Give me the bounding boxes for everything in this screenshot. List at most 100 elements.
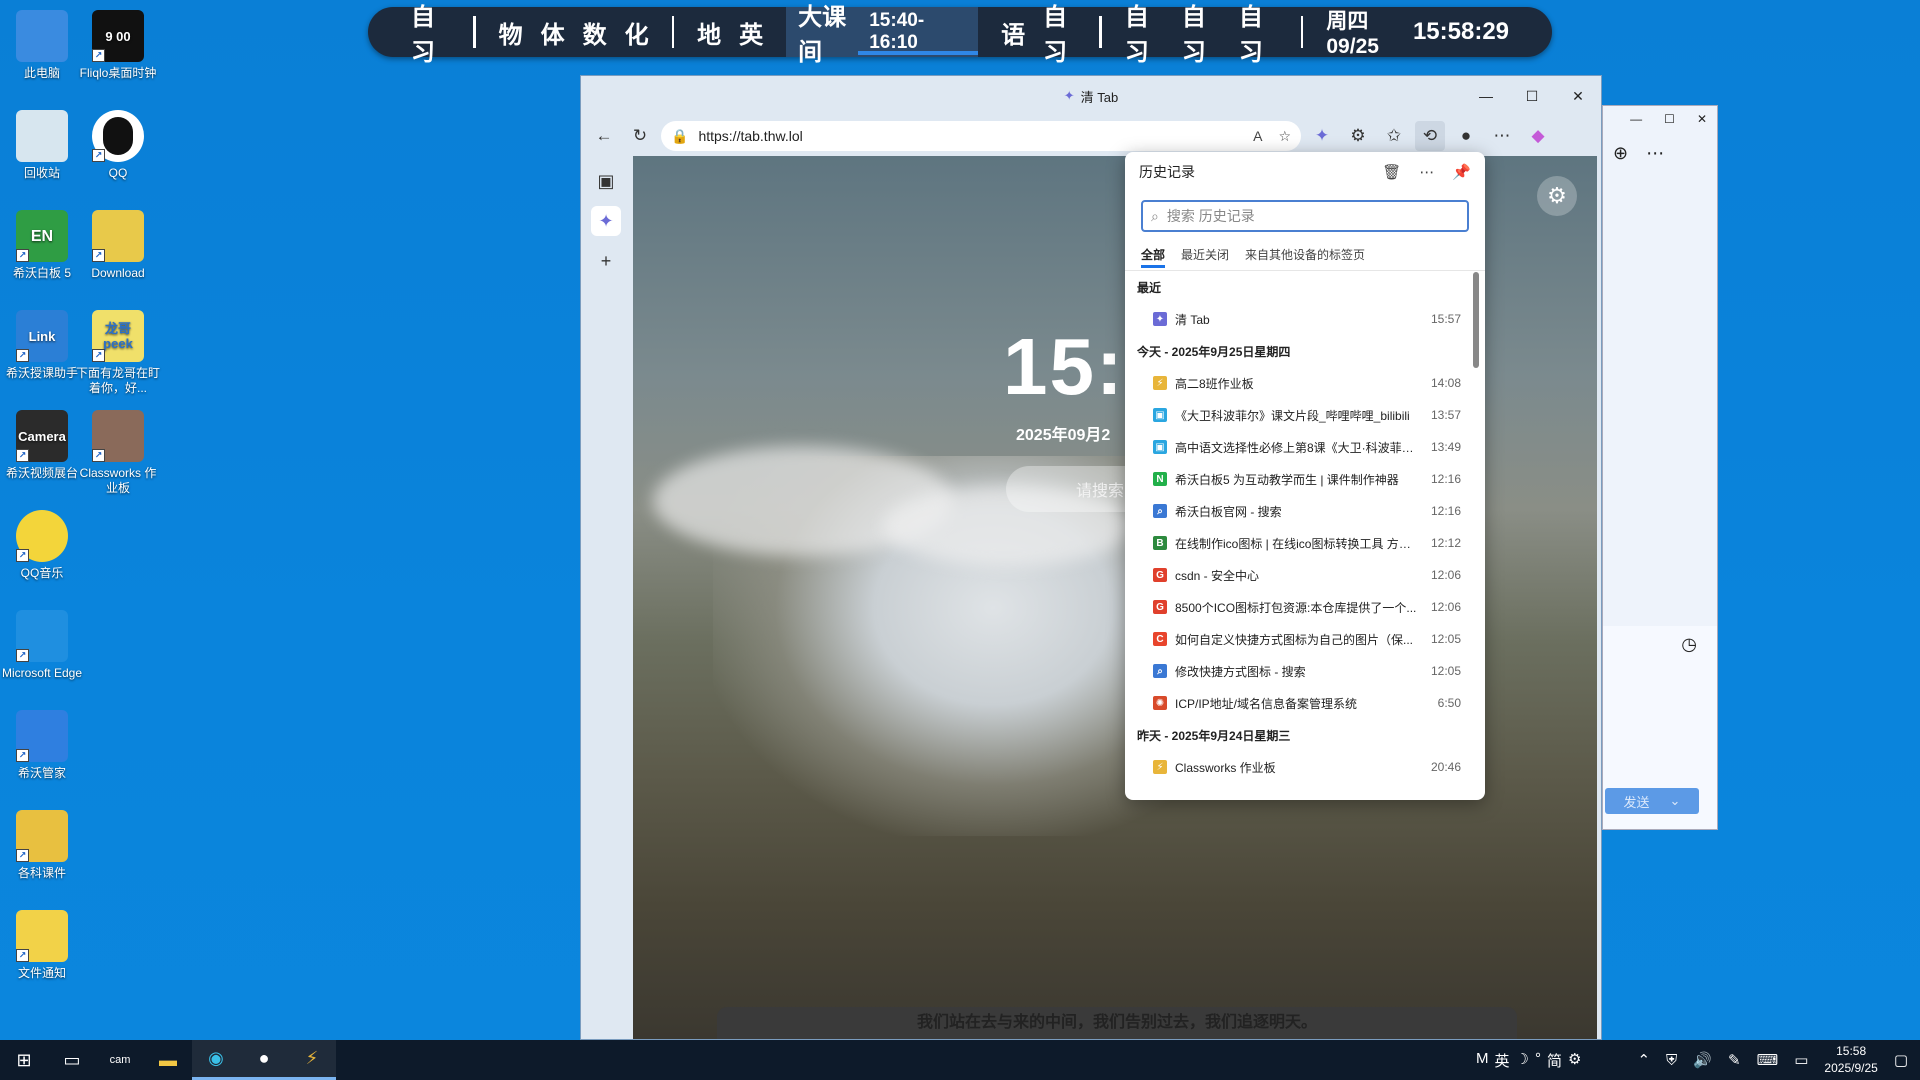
classworks-taskbar-icon[interactable]: ⚡: [288, 1040, 336, 1080]
close-button[interactable]: ✕: [1697, 112, 1707, 130]
edge-taskbar-icon[interactable]: ◉: [192, 1040, 240, 1080]
volume-icon[interactable]: 🔊: [1693, 1051, 1712, 1069]
ime-item[interactable]: 简: [1547, 1050, 1562, 1071]
ime-item[interactable]: °: [1535, 1050, 1541, 1071]
taskbar-clock[interactable]: 15:58 2025/9/25: [1824, 1043, 1877, 1077]
history-item[interactable]: ⚡ 高二8班作业板 14:08: [1125, 367, 1485, 399]
favorites-icon[interactable]: ✩: [1379, 121, 1409, 151]
desktop-icon[interactable]: 此电脑: [0, 10, 84, 81]
history-scrollbar[interactable]: [1473, 272, 1479, 368]
chevron-up-icon[interactable]: ⌃: [1637, 1051, 1650, 1069]
camera-app-icon[interactable]: cam: [96, 1040, 144, 1080]
desktop-icon[interactable]: ↗ QQ: [76, 110, 160, 181]
extensions-icon[interactable]: ⚙: [1343, 121, 1373, 151]
ime-item[interactable]: 英: [1495, 1050, 1510, 1071]
desktop-icon[interactable]: 9 00 ↗ Fliqlo桌面时钟: [76, 10, 160, 81]
desktop-icon[interactable]: ↗ 文件通知: [0, 910, 84, 981]
desktop-icon-label: 回收站: [23, 166, 60, 180]
history-item[interactable]: ▣ 高中语文选择性必修上第8课《大卫·科波菲尔... 13:49: [1125, 431, 1485, 463]
qq-taskbar-icon[interactable]: ●: [240, 1040, 288, 1080]
history-item[interactable]: Gcsdn - 安全中心 12:06: [1125, 559, 1485, 591]
add-icon[interactable]: ⊕: [1613, 143, 1628, 164]
history-more-icon[interactable]: ⋯: [1419, 163, 1434, 181]
desktop-icon[interactable]: ↗ 各科课件: [0, 810, 84, 881]
new-tab-button[interactable]: +: [591, 246, 621, 276]
minimize-button[interactable]: —: [1630, 112, 1642, 130]
sidebar-tab-qtab[interactable]: ✦: [591, 206, 621, 236]
desktop-icon[interactable]: 回收站: [0, 110, 84, 181]
desktop-icon[interactable]: 龙哥 peek ↗ 下面有龙哥在盯着你，好...: [76, 310, 160, 396]
desktop-icon-label: 希沃管家: [17, 766, 66, 780]
history-item[interactable]: ▣ 《大卫科波菲尔》课文片段_哔哩哔哩_bilibili 13:57: [1125, 399, 1485, 431]
favorite-star-icon[interactable]: ☆: [1278, 128, 1291, 145]
more-menu-icon[interactable]: ⋯: [1487, 121, 1517, 151]
minimize-button[interactable]: —: [1463, 76, 1509, 116]
tab-recently-closed[interactable]: 最近关闭: [1181, 246, 1229, 270]
desktop-icon[interactable]: ↗ Microsoft Edge: [0, 610, 84, 681]
display-icon[interactable]: ▭: [1794, 1051, 1808, 1069]
maximize-button[interactable]: ☐: [1509, 76, 1555, 116]
schedule-item: 数: [582, 21, 607, 49]
history-item[interactable]: ⌕ 修改快捷方式图标 - 搜索 12:05: [1125, 655, 1485, 687]
desktop-icon-label: QQ: [108, 166, 128, 180]
desktop-icon[interactable]: Camera ↗ 希沃视频展台: [0, 410, 84, 481]
copilot-icon[interactable]: ◆: [1523, 121, 1553, 151]
profile-avatar[interactable]: ●: [1451, 121, 1481, 151]
tab-other-devices[interactable]: 来自其他设备的标签页: [1245, 246, 1365, 270]
history-item[interactable]: ⌕ 希沃白板官网 - 搜索 12:16: [1125, 495, 1485, 527]
history-item-time: 14:08: [1430, 376, 1461, 390]
shortcut-arrow-icon: ↗: [16, 849, 29, 862]
tab-all[interactable]: 全部: [1141, 246, 1166, 268]
history-search-input[interactable]: ⌕ 搜索 历史记录: [1141, 200, 1469, 232]
history-item[interactable]: B 在线制作ico图标 | 在线ico图标转换工具 方便... 12:12: [1125, 527, 1485, 559]
history-item[interactable]: ⚡ Classworks 作业板 20:46: [1125, 751, 1485, 783]
close-button[interactable]: ✕: [1555, 76, 1601, 116]
history-item[interactable]: C 如何自定义快捷方式图标为自己的图片（保... 12:05: [1125, 623, 1485, 655]
refresh-button[interactable]: ↻: [625, 121, 655, 151]
ime-item[interactable]: ⚙: [1568, 1050, 1581, 1071]
tab-actions-icon[interactable]: ▣: [591, 166, 621, 196]
history-item[interactable]: N 希沃白板5 为互动教学而生 | 课件制作神器 12:16: [1125, 463, 1485, 495]
desktop-icon[interactable]: EN ↗ 希沃白板 5: [0, 210, 84, 281]
read-aloud-icon[interactable]: A: [1253, 128, 1262, 145]
settings-gear-icon[interactable]: ⚙: [1537, 176, 1577, 216]
history-icon[interactable]: ⟲: [1415, 121, 1445, 151]
desktop-icon[interactable]: Link ↗ 希沃授课助手: [0, 310, 84, 381]
keyboard-icon[interactable]: ⌨: [1757, 1051, 1779, 1069]
pen-icon[interactable]: ✎: [1728, 1051, 1741, 1069]
desktop-icon[interactable]: ↗ QQ音乐: [0, 510, 84, 581]
start-button[interactable]: ⊞: [0, 1040, 48, 1080]
tab-favicon-icon: ✦: [1063, 88, 1075, 103]
file-explorer-icon[interactable]: ▬: [144, 1040, 192, 1080]
desktop-icon-label: Download: [91, 266, 145, 280]
address-bar[interactable]: 🔒 https://tab.thw.lol A ☆: [661, 121, 1301, 151]
ime-item[interactable]: ☽: [1516, 1050, 1529, 1071]
history-item[interactable]: G 8500个ICO图标打包资源:本仓库提供了一个... 12:06: [1125, 591, 1485, 623]
desktop-icon[interactable]: ↗ Download: [76, 210, 160, 281]
pin-panel-icon[interactable]: 📌: [1452, 163, 1471, 181]
shortcut-arrow-icon: ↗: [16, 449, 29, 462]
delete-history-icon[interactable]: 🗑: [1382, 163, 1401, 181]
clock-icon[interactable]: ◷: [1681, 634, 1697, 655]
site-info-icon[interactable]: 🔒: [671, 128, 688, 145]
desktop-icon[interactable]: ↗ Classworks 作业板: [76, 410, 160, 496]
send-button[interactable]: 发送 ⌄: [1605, 788, 1699, 814]
url-text[interactable]: https://tab.thw.lol: [698, 128, 802, 144]
side-window-toolbar: ⊕ ⋯: [1603, 136, 1717, 170]
extension-qtab-icon[interactable]: ✦: [1307, 121, 1337, 151]
tab-title[interactable]: 清 Tab: [1081, 87, 1119, 106]
task-view-icon[interactable]: ▭: [48, 1040, 96, 1080]
back-button[interactable]: ←: [589, 121, 619, 151]
desktop-icon[interactable]: ↗ 希沃管家: [0, 710, 84, 781]
more-icon[interactable]: ⋯: [1646, 143, 1664, 164]
security-shield-icon[interactable]: ⛨: [1666, 1052, 1677, 1069]
schedule-group-1: 自习: [388, 4, 473, 66]
notification-icon[interactable]: ▢: [1894, 1051, 1908, 1069]
schedule-group-3: 地 英: [674, 7, 786, 57]
favicon-icon: N: [1153, 472, 1167, 486]
history-item[interactable]: ✺ ICP/IP地址/域名信息备案管理系统 6:50: [1125, 687, 1485, 719]
history-item[interactable]: ✦ 清 Tab 15:57: [1125, 303, 1485, 335]
maximize-button[interactable]: ☐: [1664, 112, 1675, 130]
chevron-down-icon[interactable]: ⌄: [1670, 793, 1681, 809]
ime-item[interactable]: M: [1476, 1050, 1489, 1071]
